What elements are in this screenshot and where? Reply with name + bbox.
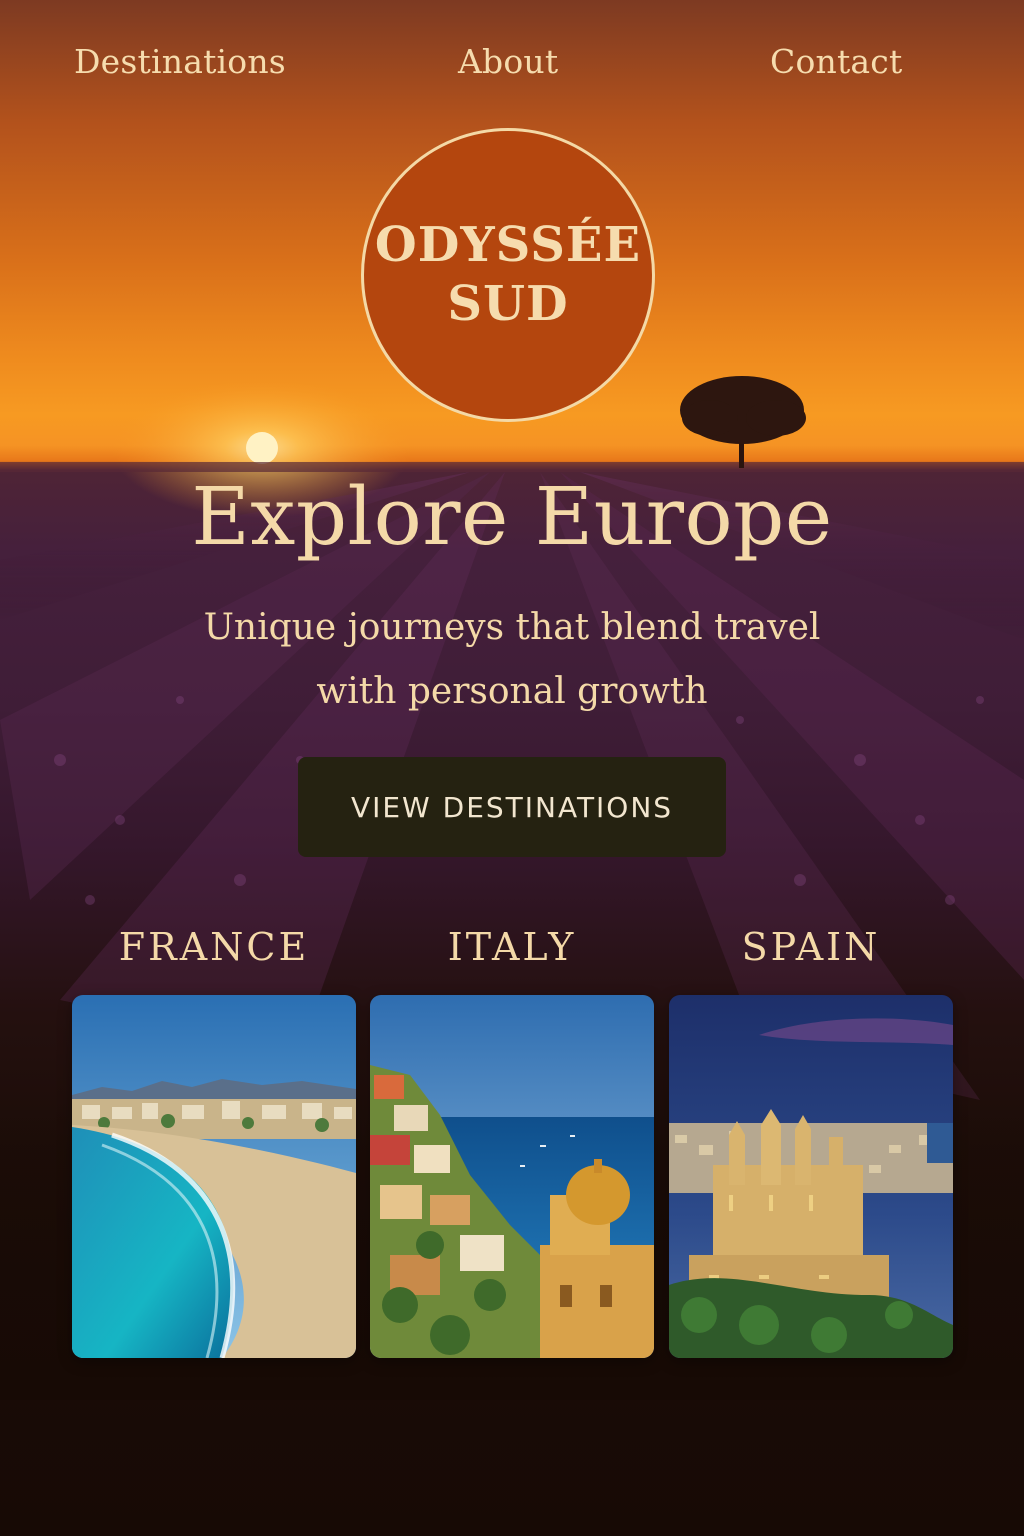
nav-link-about[interactable]: About: [458, 42, 558, 81]
hero-title: Explore Europe: [191, 470, 833, 563]
tree-icon: [680, 376, 806, 468]
hero-subtitle-line1: Unique journeys that blend travel: [203, 607, 821, 648]
logo-text-line2: SUD: [447, 276, 569, 332]
france-coast-image: [72, 995, 356, 1358]
sun-icon: [246, 432, 278, 464]
nav-link-contact[interactable]: Contact: [770, 42, 902, 81]
hero-subtitle-line2: with personal growth: [316, 671, 708, 712]
landing-page: Destinations About Contact ODYSSÉE SUD E…: [0, 0, 1024, 1536]
destination-card-france[interactable]: [72, 995, 356, 1358]
destination-card-italy[interactable]: [370, 995, 654, 1358]
hero-subtitle: Unique journeys that blend travel with p…: [162, 596, 862, 724]
destination-label-spain: SPAIN: [741, 925, 881, 969]
view-destinations-button[interactable]: VIEW DESTINATIONS: [298, 757, 726, 857]
brand-logo[interactable]: ODYSSÉE SUD: [361, 128, 655, 422]
logo-text-line1: ODYSSÉE: [374, 217, 642, 274]
nav-link-destinations[interactable]: Destinations: [74, 42, 286, 81]
italy-coast-image: [370, 995, 654, 1358]
destination-label-france: FRANCE: [118, 925, 310, 969]
destination-card-spain[interactable]: [669, 995, 953, 1358]
destination-label-italy: ITALY: [447, 925, 577, 969]
spain-cathedral-image: [669, 995, 953, 1358]
